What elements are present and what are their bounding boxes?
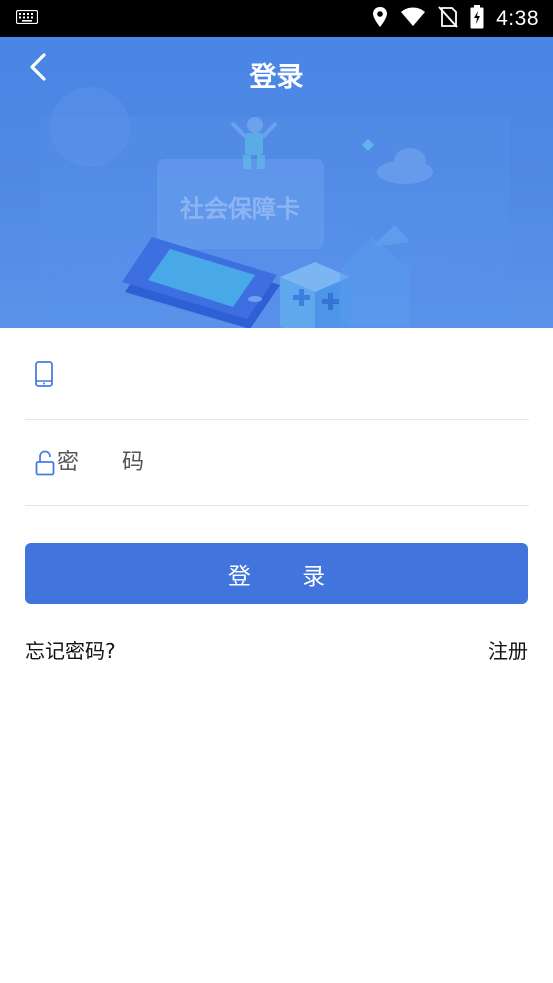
login-button[interactable]: 登 录 <box>25 543 528 604</box>
no-sim-icon <box>438 5 458 32</box>
clock: 4:38 <box>496 6 539 30</box>
page-title: 登录 <box>249 62 304 93</box>
status-bar: 4:38 <box>0 0 553 37</box>
header-banner: 社会保障卡 登录 <box>0 37 553 328</box>
mobile-phone-icon <box>35 357 69 391</box>
battery-charging-icon <box>470 4 484 33</box>
wifi-icon <box>400 7 426 31</box>
register-link[interactable]: 注册 <box>488 635 528 664</box>
phone-input[interactable] <box>69 353 529 394</box>
password-input[interactable] <box>57 442 529 483</box>
lock-open-icon <box>35 446 57 480</box>
phone-field-row <box>25 328 529 420</box>
password-field-row <box>25 420 529 506</box>
banner-card-text: 社会保障卡 <box>180 195 300 223</box>
keyboard-icon <box>15 9 39 28</box>
forgot-password-link[interactable]: 忘记密码? <box>25 635 116 664</box>
login-form <box>25 328 529 506</box>
location-icon <box>372 6 388 32</box>
auth-links: 忘记密码? 注册 <box>25 635 528 664</box>
